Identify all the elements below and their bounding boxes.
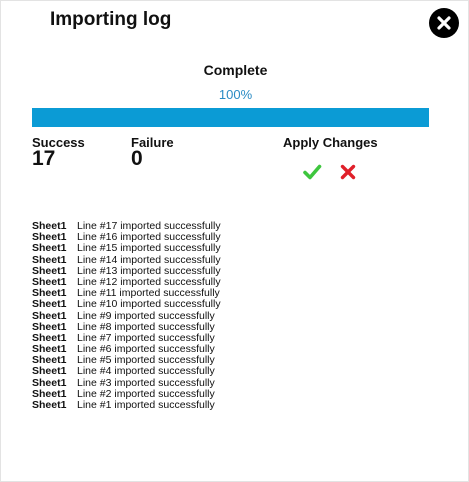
dialog-title: Importing log xyxy=(50,9,172,30)
log-entry-message: Line #11 imported successfully xyxy=(77,287,220,300)
progress-bar xyxy=(32,108,429,127)
log-entry-sheet: Sheet1 xyxy=(32,399,67,411)
import-log-dialog: Importing log Complete 100% Success 17 F… xyxy=(0,0,469,482)
log-entry-message: Line #7 imported successfully xyxy=(77,331,215,344)
log-entry-message: Line #13 imported successfully xyxy=(77,264,221,277)
log-entry-message: Line #1 imported successfully xyxy=(77,399,215,411)
log-entry-message: Line #5 imported successfully xyxy=(77,354,215,367)
progress-bar-fill xyxy=(32,108,429,127)
failure-count: 0 xyxy=(131,147,143,170)
import-status-label: Complete xyxy=(203,62,268,78)
progress-percent: 100% xyxy=(218,87,253,102)
success-count: 17 xyxy=(32,147,56,170)
log-entry-message: Line #16 imported successfully xyxy=(77,231,221,244)
log-entry-message: Line #10 imported successfully xyxy=(77,298,221,311)
checkmark-icon xyxy=(303,164,322,180)
log-entry-sheet: Sheet1 xyxy=(32,242,67,255)
cross-icon xyxy=(340,164,356,180)
log-entry-message: Line #2 imported successfully xyxy=(77,387,215,400)
apply-changes-label: Apply Changes xyxy=(283,135,378,150)
log-entry-message: Line #17 imported successfully xyxy=(77,220,221,232)
close-icon xyxy=(437,16,451,30)
log-entry-message: Line #12 imported successfully xyxy=(77,275,221,288)
log-entry-message: Line #9 imported successfully xyxy=(77,309,215,322)
log-entry-message: Line #15 imported successfully xyxy=(77,242,221,255)
log-entry: Sheet1 Line #1 imported successfully xyxy=(32,399,432,411)
log-entry-sheet: Sheet1 xyxy=(32,298,67,311)
log-entry-message: Line #6 imported successfully xyxy=(77,343,215,356)
apply-confirm-button[interactable] xyxy=(302,162,322,182)
log-entry-message: Line #3 imported successfully xyxy=(77,376,215,389)
log-entry-message: Line #8 imported successfully xyxy=(77,320,215,333)
log-entry-sheet: Sheet1 xyxy=(32,365,67,378)
log-entry-message: Line #14 imported successfully xyxy=(77,253,221,266)
log-entry-message: Line #4 imported successfully xyxy=(77,365,215,378)
apply-cancel-button[interactable] xyxy=(338,162,358,182)
import-log-list: Sheet1 Line #17 imported successfully Shee… xyxy=(32,220,432,411)
close-button[interactable] xyxy=(429,8,459,38)
